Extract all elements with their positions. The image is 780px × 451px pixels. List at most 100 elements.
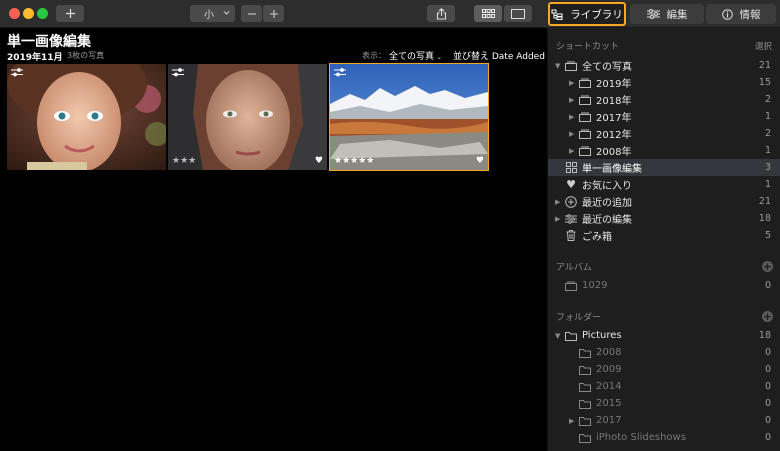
grid-view-button[interactable] xyxy=(474,5,502,22)
tab-library-label: ライブラリ xyxy=(570,8,623,21)
sidebar-item-count: 1 xyxy=(764,145,771,156)
disclosure-closed-icon[interactable]: ▶ xyxy=(555,215,560,223)
tab-edit[interactable]: 編集 xyxy=(630,4,704,24)
info-icon xyxy=(721,8,733,20)
sidebar-item-count: 5 xyxy=(764,230,771,241)
favorite-heart-icon[interactable]: ♥ xyxy=(315,156,323,166)
disclosure-closed-icon[interactable]: ▶ xyxy=(569,79,574,87)
folder-icon xyxy=(579,94,591,105)
disclosure-closed-icon[interactable]: ▶ xyxy=(555,198,560,206)
window-zoom-button[interactable] xyxy=(37,8,48,19)
sidebar-item-2018[interactable]: ▶ 2018年 2 xyxy=(548,91,780,108)
grid-icon xyxy=(565,162,577,173)
sidebar-item-all-photos[interactable]: ▼ 全ての写真 21 xyxy=(548,57,780,74)
add-album-button[interactable]: + xyxy=(762,261,773,272)
sidebar-item-folder-2015[interactable]: 2015 0 xyxy=(548,395,780,412)
filter-dropdown[interactable]: 全ての写真 ⌄ xyxy=(389,49,442,62)
sidebar-item-album-1029[interactable]: 1029 0 xyxy=(548,277,780,294)
share-button[interactable] xyxy=(427,5,455,22)
sidebar-item-2008[interactable]: ▶ 2008年 1 xyxy=(548,142,780,159)
sidebar-item-folder-2017[interactable]: ▶ 2017 0 xyxy=(548,412,780,429)
photo-thumbnail[interactable]: ★★★ ♥ xyxy=(168,64,327,170)
tab-library[interactable]: ライブラリ xyxy=(548,2,626,26)
add-folder-button[interactable]: + xyxy=(762,311,773,322)
window-close-button[interactable] xyxy=(9,8,20,19)
sidebar-item-single-image-edit[interactable]: 単一画像編集 3 xyxy=(548,159,780,176)
sidebar-item-2019[interactable]: ▶ 2019年 15 xyxy=(548,74,780,91)
sidebar: ショートカット 選択 ▼ 全ての写真 21 ▶ 2019年 15 ▶ 2018年… xyxy=(547,28,780,451)
folder-icon xyxy=(579,77,591,88)
zoom-in-button[interactable] xyxy=(263,5,284,22)
sidebar-item-label: 2017年 xyxy=(596,113,632,124)
sidebar-item-label: 2012年 xyxy=(596,130,632,141)
tab-edit-label: 編集 xyxy=(666,8,688,21)
folder-icon xyxy=(579,145,591,156)
sidebar-item-label: 2008年 xyxy=(596,147,632,158)
disclosure-closed-icon[interactable]: ▶ xyxy=(569,130,574,138)
disclosure-open-icon[interactable]: ▼ xyxy=(555,62,560,70)
select-button[interactable]: 選択 xyxy=(755,40,772,52)
folder-icon xyxy=(579,398,591,409)
rating-stars[interactable]: ★★★ xyxy=(172,156,196,166)
share-icon xyxy=(436,7,446,20)
sidebar-item-count: 0 xyxy=(764,398,771,409)
sidebar-item-count: 21 xyxy=(758,60,771,71)
chevron-down-icon: ⌄ xyxy=(434,53,443,61)
sidebar-item-count: 21 xyxy=(758,196,771,207)
disclosure-closed-icon[interactable]: ▶ xyxy=(569,96,574,104)
sidebar-item-count: 15 xyxy=(758,77,771,88)
sidebar-item-label: 1029 xyxy=(582,280,608,291)
trash-icon xyxy=(565,230,577,241)
sidebar-item-label: ごみ箱 xyxy=(582,232,612,243)
sidebar-item-label: 2014 xyxy=(596,381,622,392)
sidebar-item-folder-iphoto-slideshows[interactable]: iPhoto Slideshows 0 xyxy=(548,429,780,446)
sidebar-item-2012[interactable]: ▶ 2012年 2 xyxy=(548,125,780,142)
disclosure-open-icon[interactable]: ▼ xyxy=(555,332,560,340)
folder-icon xyxy=(579,432,591,443)
sidebar-item-count: 3 xyxy=(764,162,771,173)
sidebar-item-count: 18 xyxy=(758,330,771,341)
rating-stars[interactable]: ★★★★★ xyxy=(334,156,374,166)
sliders-icon xyxy=(565,213,577,224)
photo-thumbnail-selected[interactable]: ★★★★★ ♥ xyxy=(329,63,489,171)
sort-dropdown[interactable]: 並び替え Date Added xyxy=(453,49,545,62)
disclosure-closed-icon[interactable]: ▶ xyxy=(569,113,574,121)
sidebar-item-folder-2014[interactable]: 2014 0 xyxy=(548,378,780,395)
photo-thumbnail[interactable] xyxy=(7,64,166,170)
plus-icon xyxy=(65,9,75,18)
library-icon xyxy=(551,9,563,20)
sidebar-item-folder-pictures[interactable]: ▼ Pictures 18 xyxy=(548,327,780,344)
sidebar-item-count: 2 xyxy=(764,128,771,139)
portrait-girl-image xyxy=(7,64,166,170)
sidebar-item-2017[interactable]: ▶ 2017年 1 xyxy=(548,108,780,125)
folder-icon xyxy=(579,415,591,426)
add-button[interactable] xyxy=(56,5,84,22)
photo-count: 3枚の写真 xyxy=(67,51,105,60)
sidebar-item-label: 最近の追加 xyxy=(582,198,632,209)
favorite-heart-icon[interactable]: ♥ xyxy=(476,156,484,166)
window-minimize-button[interactable] xyxy=(23,8,34,19)
sidebar-item-folder-2009[interactable]: 2009 0 xyxy=(548,361,780,378)
sidebar-item-recently-added[interactable]: ▶ 最近の追加 21 xyxy=(548,193,780,210)
thumbnail-size-select[interactable]: 小 xyxy=(190,5,235,22)
sidebar-item-trash[interactable]: ごみ箱 5 xyxy=(548,227,780,244)
thumbnail-size-value: 小 xyxy=(204,10,214,21)
sidebar-item-label: お気に入り xyxy=(582,181,632,192)
tab-info[interactable]: 情報 xyxy=(706,4,776,24)
grid-icon xyxy=(481,9,495,18)
sidebar-item-recently-edited[interactable]: ▶ 最近の編集 18 xyxy=(548,210,780,227)
sidebar-item-count: 0 xyxy=(764,415,771,426)
disclosure-closed-icon[interactable]: ▶ xyxy=(569,417,574,425)
folders-heading: フォルダー xyxy=(556,313,602,323)
album-title: 単一画像編集 xyxy=(7,34,91,50)
sidebar-item-folder-2008[interactable]: 2008 0 xyxy=(548,344,780,361)
adjustments-icon xyxy=(11,68,23,77)
zoom-out-button[interactable] xyxy=(241,5,262,22)
minus-icon xyxy=(247,12,256,15)
sidebar-item-label: 2015 xyxy=(596,398,622,409)
sidebar-item-favorites[interactable]: ♥ お気に入り 1 xyxy=(548,176,780,193)
filter-label: 表示： xyxy=(362,51,386,60)
single-view-button[interactable] xyxy=(504,5,532,22)
sidebar-item-label: 単一画像編集 xyxy=(582,164,642,175)
disclosure-closed-icon[interactable]: ▶ xyxy=(569,147,574,155)
